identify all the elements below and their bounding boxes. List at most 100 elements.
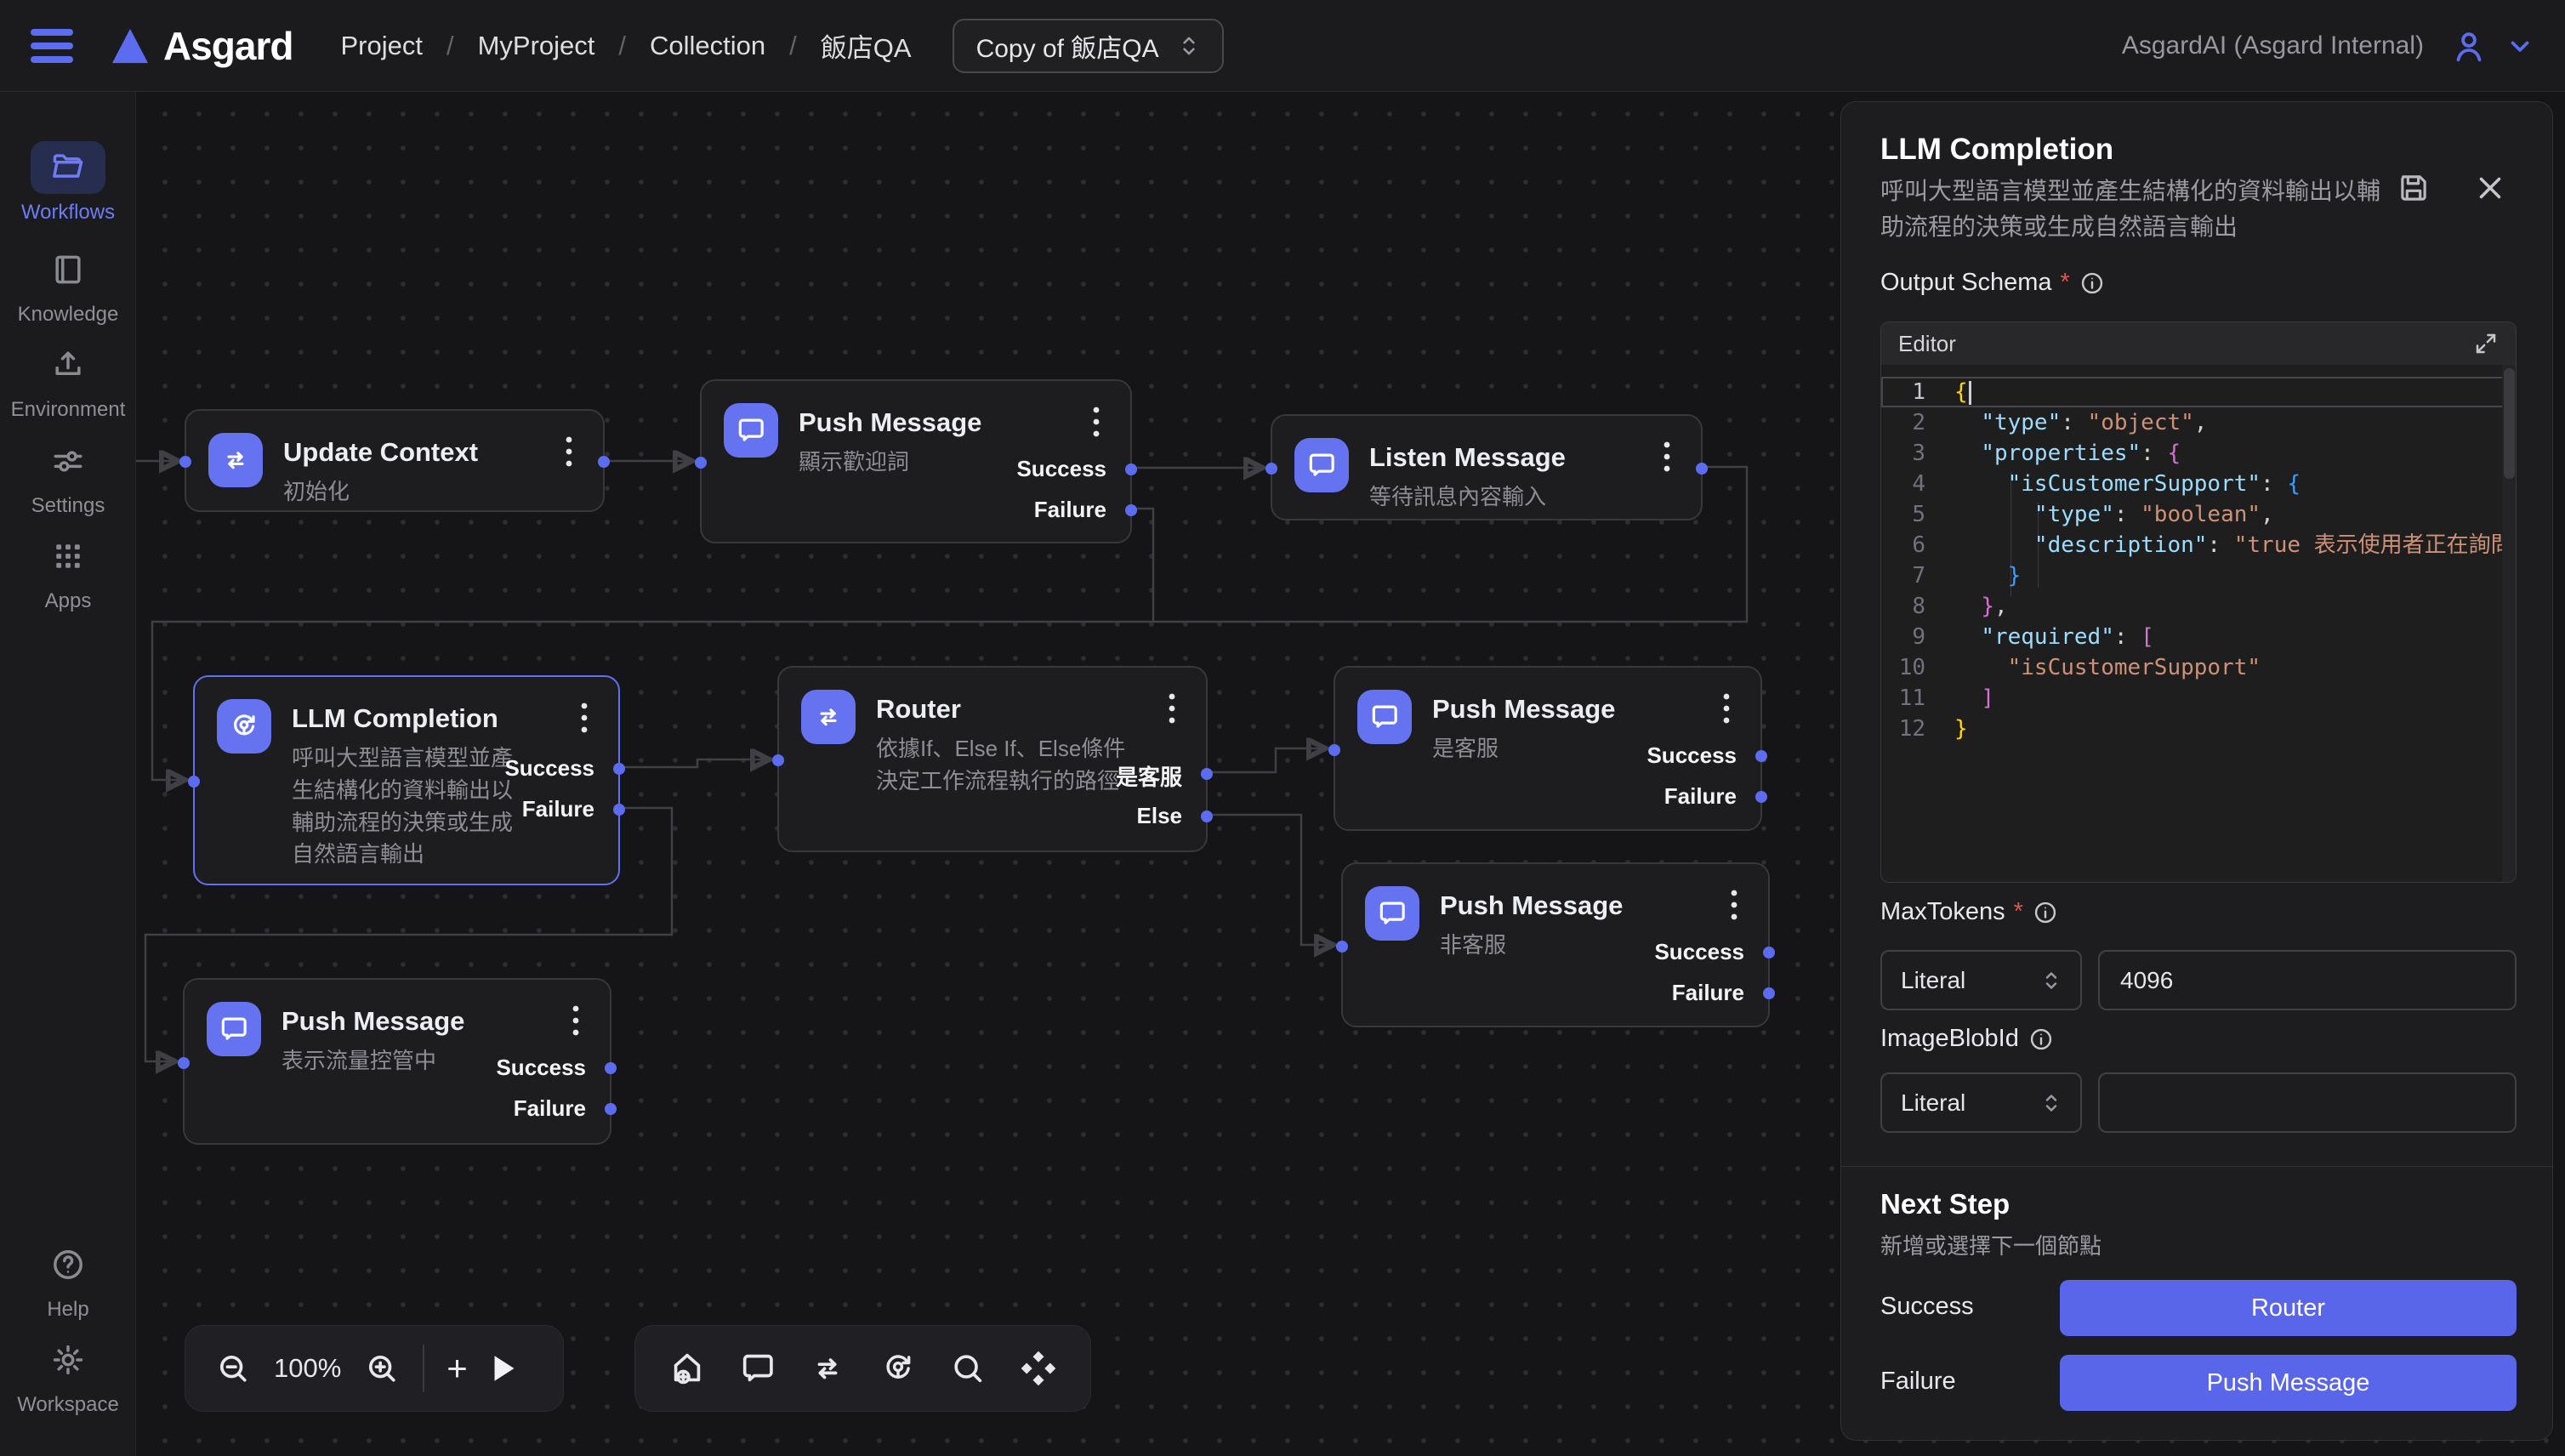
output-handle-failure[interactable] xyxy=(1755,791,1767,803)
image-blob-mode-select[interactable]: Literal xyxy=(1880,1072,2082,1133)
llm-icon xyxy=(217,699,271,754)
input-handle[interactable] xyxy=(178,1057,190,1069)
sidebar-item-help[interactable]: Help xyxy=(0,1238,136,1322)
user-icon[interactable] xyxy=(2449,26,2488,65)
breadcrumb-separator: / xyxy=(789,31,797,61)
max-tokens-mode-select[interactable]: Literal xyxy=(1880,950,2082,1010)
input-handle[interactable] xyxy=(179,456,191,468)
output-handle-else[interactable] xyxy=(1201,810,1213,822)
input-handle[interactable] xyxy=(772,754,784,766)
run-workflow-button[interactable] xyxy=(490,1353,519,1384)
menu-icon[interactable] xyxy=(31,29,73,63)
node-palette-toolbar xyxy=(634,1325,1091,1412)
breadcrumb-myproject[interactable]: MyProject xyxy=(478,31,595,61)
output-handle-success[interactable] xyxy=(605,1062,617,1074)
output-handle[interactable] xyxy=(1696,463,1708,475)
node-menu-button[interactable] xyxy=(1719,886,1749,924)
code-line[interactable]: 8 }, xyxy=(1881,591,2516,622)
node-push-message-notcs[interactable]: Push Message 非客服 Success Failure xyxy=(1341,862,1770,1027)
code-line[interactable]: 10 "isCustomerSupport" xyxy=(1881,652,2516,683)
node-update-context[interactable]: Update Context 初始化 xyxy=(185,409,605,512)
output-handle-failure[interactable] xyxy=(1763,987,1775,999)
code-line[interactable]: 2 "type": "object", xyxy=(1881,407,2516,438)
input-handle[interactable] xyxy=(1336,941,1348,953)
code-line[interactable]: 1 { xyxy=(1881,377,2516,407)
llm-tool-icon[interactable] xyxy=(879,1349,918,1388)
editor-scrollbar[interactable] xyxy=(2502,365,2516,883)
output-handle-iscs[interactable] xyxy=(1201,768,1213,780)
pan-diamond-icon[interactable] xyxy=(1019,1349,1058,1388)
zoom-out-button[interactable] xyxy=(214,1350,252,1387)
output-handle-success[interactable] xyxy=(1755,750,1767,762)
info-icon[interactable] xyxy=(2028,1026,2055,1053)
node-listen-message[interactable]: Listen Message 等待訊息內容輸入 xyxy=(1271,414,1703,520)
next-step-failure-button[interactable]: Push Message xyxy=(2060,1355,2517,1411)
node-push-message-welcome[interactable]: Push Message 顯示歡迎詞 Success Failure xyxy=(700,379,1132,543)
sidebar-item-workflows[interactable]: Workflows xyxy=(0,141,136,225)
node-push-message-throttle[interactable]: Push Message 表示流量控管中 Success Failure xyxy=(183,978,611,1145)
chevron-down-icon[interactable] xyxy=(2505,31,2534,60)
code-area[interactable]: 1 { 2 "type": "object", 3 "properties": … xyxy=(1881,365,2516,883)
zoom-in-button[interactable] xyxy=(363,1350,401,1387)
sidebar-item-workspace[interactable]: Workspace xyxy=(0,1334,136,1417)
close-icon[interactable] xyxy=(2472,170,2508,206)
next-step-success-button[interactable]: Router xyxy=(2060,1280,2517,1336)
section-divider xyxy=(1841,1166,2552,1167)
node-push-message-iscs[interactable]: Push Message 是客服 Success Failure xyxy=(1334,666,1762,831)
output-handle-success[interactable] xyxy=(1763,947,1775,958)
node-menu-button[interactable] xyxy=(554,433,584,470)
push-message-tool-icon[interactable] xyxy=(738,1349,777,1388)
sidebar-item-knowledge[interactable]: Knowledge xyxy=(0,243,136,327)
code-line[interactable]: 7 } xyxy=(1881,560,2516,591)
code-line[interactable]: 12 } xyxy=(1881,714,2516,744)
save-icon[interactable] xyxy=(2396,170,2431,206)
code-line[interactable]: 11 ] xyxy=(1881,683,2516,714)
max-tokens-input[interactable] xyxy=(2098,950,2517,1010)
output-handle[interactable] xyxy=(598,456,610,468)
node-menu-button[interactable] xyxy=(560,1002,591,1039)
info-icon[interactable] xyxy=(2032,899,2059,926)
editor-scroll-thumb[interactable] xyxy=(2504,368,2515,479)
code-line[interactable]: 6 "description": "true 表示使用者正在詢問關 xyxy=(1881,530,2516,560)
code-line[interactable]: 5 "type": "boolean", xyxy=(1881,499,2516,530)
input-handle[interactable] xyxy=(1328,744,1340,756)
code-line[interactable]: 3 "properties": { xyxy=(1881,438,2516,469)
output-handle-failure[interactable] xyxy=(613,804,625,816)
info-icon[interactable] xyxy=(2079,270,2106,297)
sidebar-item-environment[interactable]: Environment xyxy=(0,338,136,422)
schema-editor[interactable]: Editor 1 { 2 "type": "object", 3 "proper… xyxy=(1880,321,2517,883)
line-number: 8 xyxy=(1881,591,1954,622)
sidebar-item-settings[interactable]: Settings xyxy=(0,435,136,518)
breadcrumb-collection[interactable]: Collection xyxy=(650,31,765,61)
node-llm-completion[interactable]: LLM Completion 呼叫大型語言模型並產生結構化的資料輸出以輔助流程的… xyxy=(193,675,620,885)
node-menu-button[interactable] xyxy=(569,699,600,737)
input-handle[interactable] xyxy=(1265,463,1277,475)
breadcrumb-current[interactable]: 飯店QA xyxy=(821,26,912,65)
node-router[interactable]: Router 依據If、Else If、Else條件決定工作流程執行的路徑 是客… xyxy=(777,666,1208,852)
output-label-failure: Failure xyxy=(522,796,594,822)
output-handle-failure[interactable] xyxy=(605,1103,617,1115)
add-node-button[interactable]: + xyxy=(446,1351,468,1386)
output-handle-success[interactable] xyxy=(1125,464,1137,475)
swap-arrows-tool-icon[interactable] xyxy=(808,1349,847,1388)
image-blob-input[interactable] xyxy=(2098,1072,2517,1133)
node-menu-button[interactable] xyxy=(1652,438,1682,475)
chevron-updown-icon xyxy=(2041,1091,2062,1115)
expand-icon[interactable] xyxy=(2473,331,2499,356)
output-handle-failure[interactable] xyxy=(1125,504,1137,516)
output-handle-success[interactable] xyxy=(613,763,625,775)
breadcrumb-project[interactable]: Project xyxy=(340,31,422,61)
workflow-version-select[interactable]: Copy of 飯店QA xyxy=(953,19,1224,73)
input-handle[interactable] xyxy=(695,457,707,469)
code-line[interactable]: 9 "required": [ xyxy=(1881,622,2516,652)
breadcrumb-separator: / xyxy=(446,31,454,61)
code-line[interactable]: 4 "isCustomerSupport": { xyxy=(1881,469,2516,499)
editor-title: Editor xyxy=(1898,331,1956,357)
node-menu-button[interactable] xyxy=(1157,690,1187,727)
sidebar-item-apps[interactable]: Apps xyxy=(0,530,136,613)
input-handle[interactable] xyxy=(188,776,200,788)
node-menu-button[interactable] xyxy=(1081,403,1112,441)
search-tool-icon[interactable] xyxy=(948,1349,987,1388)
node-menu-button[interactable] xyxy=(1711,690,1742,727)
home-plus-icon[interactable] xyxy=(668,1349,707,1388)
